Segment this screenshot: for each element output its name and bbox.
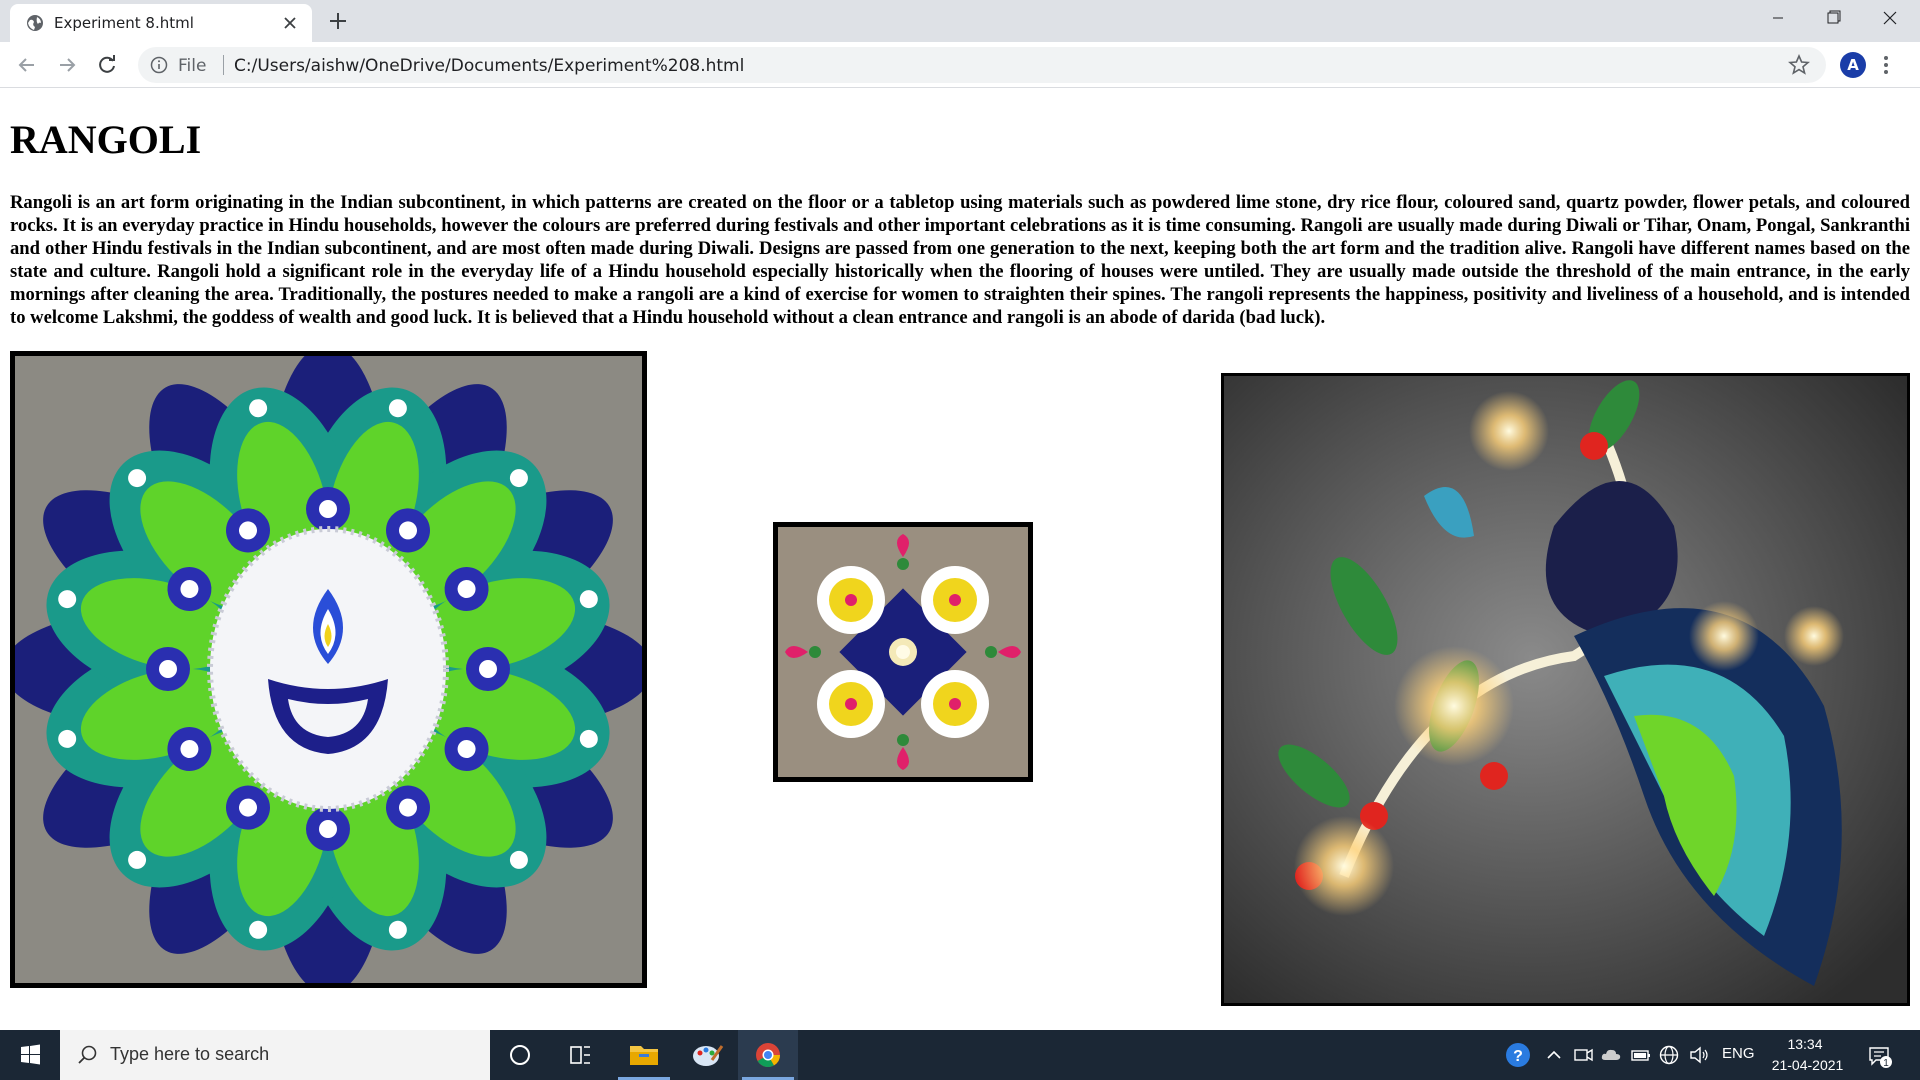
close-icon[interactable] [280,13,300,33]
rangoli-image-peacock [1221,373,1910,1006]
search-icon [78,1045,97,1064]
menu-icon[interactable] [1882,54,1890,76]
paint-icon[interactable] [676,1030,736,1080]
rangoli-image-square [773,522,1033,782]
notification-icon: 1 [1869,1047,1892,1069]
chrome-icon [756,1043,780,1068]
rangoli-square-illustration [778,527,1028,777]
article-paragraph: Rangoli is an art form originating in th… [10,192,1910,328]
task-view-icon[interactable] [550,1030,610,1080]
close-icon[interactable] [1862,0,1918,38]
tab-title: Experiment 8.html [54,14,194,32]
reload-icon[interactable] [94,52,120,78]
browser-tab-strip: Experiment 8.html [0,0,1920,42]
chrome-button[interactable] [738,1030,798,1080]
cloud-icon[interactable] [1600,1044,1622,1066]
page-title: RANGOLI [10,117,202,162]
info-icon[interactable] [150,56,168,74]
search-placeholder: Type here to search [110,1044,270,1064]
forward-icon[interactable] [54,52,80,78]
scheme-label: File [178,56,207,76]
plus-icon[interactable] [326,9,350,33]
back-icon[interactable] [14,52,40,78]
notification-count: 1 [1883,1058,1889,1069]
clock-time[interactable]: 13:34 [1780,1036,1830,1052]
meet-icon[interactable] [1572,1044,1594,1066]
file-explorer-icon [630,1046,658,1065]
language-indicator[interactable]: ENG [1722,1045,1755,1062]
maximize-icon[interactable] [1806,0,1862,38]
help-icon[interactable]: ? [1505,1042,1531,1068]
cortana-icon[interactable] [490,1030,550,1080]
url-text[interactable]: C:/Users/aishw/OneDrive/Documents/Experi… [234,56,744,76]
globe-icon [27,15,43,31]
svg-text:?: ? [1513,1048,1523,1065]
windows-taskbar: Type here to search ? ENG 13:34 21-04-20… [0,1030,1920,1080]
star-icon[interactable] [1788,54,1810,76]
avatar[interactable]: A [1840,52,1866,78]
chevron-up-icon[interactable] [1543,1044,1565,1066]
taskbar-search-box[interactable]: Type here to search [60,1030,490,1080]
clock-date[interactable]: 21-04-2021 [1765,1057,1850,1073]
notification-center-button[interactable]: 1 [1866,1042,1894,1070]
address-bar[interactable]: File C:/Users/aishw/OneDrive/Documents/E… [138,47,1826,83]
rangoli-image-diya [10,351,647,988]
browser-tab[interactable]: Experiment 8.html [10,4,312,42]
file-explorer-button[interactable] [614,1030,674,1080]
rangoli-diya-illustration [15,356,642,983]
rangoli-peacock-illustration [1224,376,1907,1003]
battery-icon[interactable] [1630,1044,1652,1066]
browser-toolbar: File C:/Users/aishw/OneDrive/Documents/E… [0,42,1920,88]
network-icon[interactable] [1658,1044,1680,1066]
minimize-icon[interactable] [1750,0,1806,38]
speaker-icon[interactable] [1688,1044,1710,1066]
divider [223,55,224,75]
windows-icon[interactable] [0,1030,60,1080]
